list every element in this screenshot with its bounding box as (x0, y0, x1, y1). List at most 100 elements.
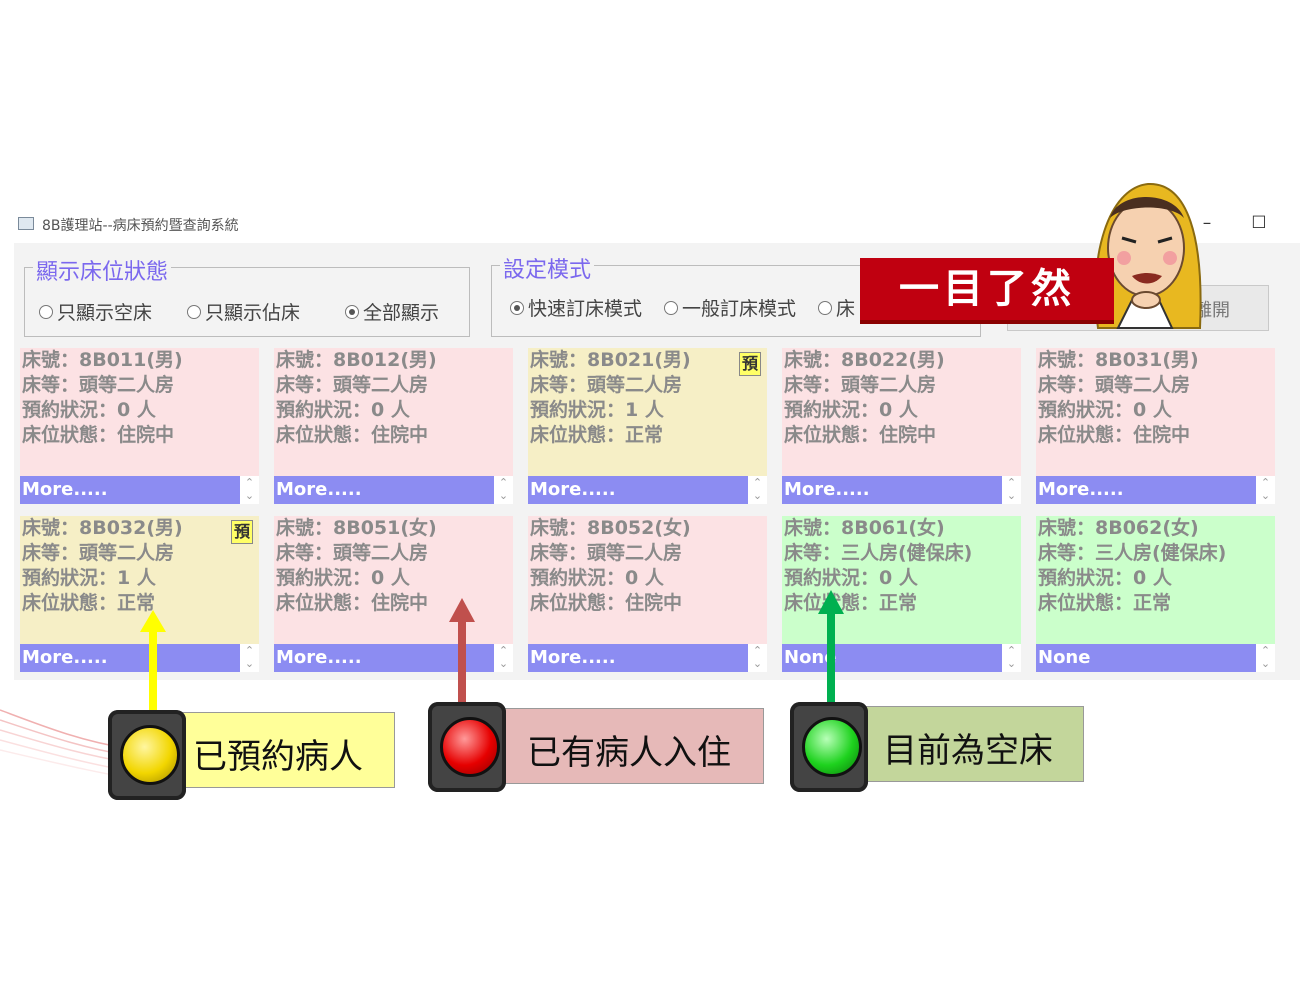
bed-card[interactable]: 床號：8B062(女) 床等：三人房(健保床) 預約狀況：0 人床位狀態：正常 Non… (1036, 516, 1275, 672)
legend-empty: 目前為空床 (860, 706, 1084, 782)
radio-circle (39, 304, 53, 319)
radio-circle (187, 304, 201, 319)
radio-show-all[interactable]: 全部顯示 (345, 298, 439, 325)
red-traffic-light-icon (428, 702, 506, 792)
bed-card[interactable]: 床號：8B012(男) 床等：頭等二人房 預約狀況：0 人床位狀態：住院中 More.… (274, 348, 513, 504)
more-text: More..... (22, 479, 108, 500)
radio-circle (664, 300, 678, 315)
display-filter-group: 顯示床位狀態 只顯示空床 只顯示佔床 全部顯示 (24, 254, 470, 337)
bed-status: 床位狀態：住院中 (530, 592, 683, 614)
reserved-badge: 預 (739, 352, 761, 376)
bed-grade: 床等：頭等二人房 (22, 542, 175, 564)
more-box[interactable]: More..... (274, 476, 494, 504)
more-box[interactable]: None (782, 644, 1002, 672)
maximize-button[interactable]: ☐ (1244, 211, 1274, 235)
scroll-arrows-icon[interactable]: ⌃ ⌄ (748, 476, 767, 504)
bed-info-panel: 床號：8B062(女) 床等：三人房(健保床) 預約狀況：0 人床位狀態：正常 (1036, 516, 1275, 644)
legend-occupied-label: 已有病人入住 (527, 733, 731, 773)
more-box[interactable]: More..... (20, 644, 240, 672)
radio-show-occupied[interactable]: 只顯示佔床 (187, 298, 300, 325)
bed-info-panel: 床號：8B022(男) 床等：頭等二人房 預約狀況：0 人床位狀態：住院中 (782, 348, 1021, 476)
bed-status: 床位狀態：住院中 (784, 424, 937, 446)
more-text: More..... (276, 479, 362, 500)
radio-quick-booking[interactable]: 快速訂床模式 (510, 294, 642, 321)
bed-number: 床號：8B032(男) (22, 517, 183, 539)
scroll-arrows-icon[interactable]: ⌃ ⌄ (1256, 644, 1275, 672)
bed-card[interactable]: 床號：8B031(男) 床等：頭等二人房 預約狀況：0 人床位狀態：住院中 More.… (1036, 348, 1275, 504)
more-text: None (784, 647, 837, 668)
bed-info-panel: 床號：8B011(男) 床等：頭等二人房 預約狀況：0 人床位狀態：住院中 (20, 348, 259, 476)
bed-card[interactable]: 床號：8B052(女) 床等：頭等二人房 預約狀況：0 人床位狀態：住院中 More.… (528, 516, 767, 672)
scroll-arrows-icon[interactable]: ⌃ ⌄ (494, 476, 513, 504)
bed-info-panel: 床號：8B051(女) 床等：頭等二人房 預約狀況：0 人床位狀態：住院中 (274, 516, 513, 644)
bed-number: 床號：8B021(男) (530, 349, 691, 371)
display-filter-legend: 顯示床位狀態 (33, 254, 172, 286)
more-box[interactable]: None (1036, 644, 1256, 672)
radio-circle-selected (510, 300, 524, 315)
more-text: More..... (784, 479, 870, 500)
bed-number: 床號：8B061(女) (784, 517, 945, 539)
bed-card[interactable]: 床號：8B021(男) 床等：頭等二人房 預約狀況：1 人床位狀態：正常 預 More.… (528, 348, 767, 504)
more-box[interactable]: More..... (782, 476, 1002, 504)
scroll-arrows-icon[interactable]: ⌃ ⌄ (240, 476, 259, 504)
scroll-arrows-icon[interactable]: ⌃ ⌄ (1002, 644, 1021, 672)
bed-card[interactable]: 床號：8B022(男) 床等：頭等二人房 預約狀況：0 人床位狀態：住院中 More.… (782, 348, 1021, 504)
bed-grade: 床等：三人房(健保床) (784, 542, 973, 564)
radio-normal-booking[interactable]: 一般訂床模式 (664, 294, 796, 321)
more-box[interactable]: More..... (528, 644, 748, 672)
scroll-arrows-icon[interactable]: ⌃ ⌄ (1002, 476, 1021, 504)
window-title: 8B護理站--病床預約暨查詢系統 (42, 218, 239, 234)
bed-status: 床位狀態：住院中 (1038, 424, 1191, 446)
bed-number: 床號：8B011(男) (22, 349, 183, 371)
mode-legend: 設定模式 (500, 252, 595, 284)
more-box[interactable]: More..... (528, 476, 748, 504)
reservation-status: 預約狀況：0 人 (276, 399, 410, 421)
bed-grade: 床等：三人房(健保床) (1038, 542, 1227, 564)
app-icon (18, 217, 34, 230)
bed-info-panel: 床號：8B012(男) 床等：頭等二人房 預約狀況：0 人床位狀態：住院中 (274, 348, 513, 476)
scroll-arrows-icon[interactable]: ⌃ ⌄ (748, 644, 767, 672)
callout-banner: 一目了然 (860, 258, 1114, 324)
reservation-status: 預約狀況：0 人 (784, 567, 918, 589)
bed-status: 床位狀態：正常 (1038, 592, 1172, 614)
bed-grade: 床等：頭等二人房 (276, 374, 429, 396)
reservation-status: 預約狀況：0 人 (1038, 399, 1172, 421)
bed-number: 床號：8B012(男) (276, 349, 437, 371)
reservation-status: 預約狀況：0 人 (530, 567, 664, 589)
bed-grade: 床等：頭等二人房 (22, 374, 175, 396)
more-text: None (1038, 647, 1091, 668)
yellow-traffic-light-icon (108, 710, 186, 800)
bed-status: 床位狀態：正常 (530, 424, 664, 446)
bed-number: 床號：8B031(男) (1038, 349, 1199, 371)
scroll-arrows-icon[interactable]: ⌃ ⌄ (240, 644, 259, 672)
bed-grade: 床等：頭等二人房 (784, 374, 937, 396)
radio-circle-selected (345, 304, 359, 319)
scroll-arrows-icon[interactable]: ⌃ ⌄ (1256, 476, 1275, 504)
more-text: More..... (530, 647, 616, 668)
bed-card[interactable]: 床號：8B011(男) 床等：頭等二人房 預約狀況：0 人床位狀態：住院中 More.… (20, 348, 259, 504)
bed-status: 床位狀態：住院中 (276, 424, 429, 446)
radio-bed-mode[interactable]: 床 (818, 294, 855, 321)
bed-card[interactable]: 床號：8B051(女) 床等：頭等二人房 預約狀況：0 人床位狀態：住院中 More.… (274, 516, 513, 672)
bed-info-panel: 床號：8B031(男) 床等：頭等二人房 預約狀況：0 人床位狀態：住院中 (1036, 348, 1275, 476)
more-text: More..... (530, 479, 616, 500)
more-text: More..... (1038, 479, 1124, 500)
radio-show-empty[interactable]: 只顯示空床 (39, 298, 152, 325)
legend-empty-label: 目前為空床 (883, 731, 1053, 771)
legend-occupied: 已有病人入住 (500, 708, 764, 784)
bed-grade: 床等：頭等二人房 (530, 542, 683, 564)
radio-circle (818, 300, 832, 315)
bed-number: 床號：8B062(女) (1038, 517, 1199, 539)
bed-number: 床號：8B051(女) (276, 517, 437, 539)
more-box[interactable]: More..... (20, 476, 240, 504)
bed-grade: 床等：頭等二人房 (1038, 374, 1191, 396)
reserved-badge: 預 (231, 520, 253, 544)
bed-number: 床號：8B052(女) (530, 517, 691, 539)
bed-status: 床位狀態：住院中 (22, 424, 175, 446)
bed-grade: 床等：頭等二人房 (530, 374, 683, 396)
legend-reserved-label: 已預約病人 (193, 737, 363, 777)
bed-grade: 床等：頭等二人房 (276, 542, 429, 564)
scroll-arrows-icon[interactable]: ⌃ ⌄ (494, 644, 513, 672)
reservation-status: 預約狀況：0 人 (1038, 567, 1172, 589)
more-box[interactable]: More..... (1036, 476, 1256, 504)
